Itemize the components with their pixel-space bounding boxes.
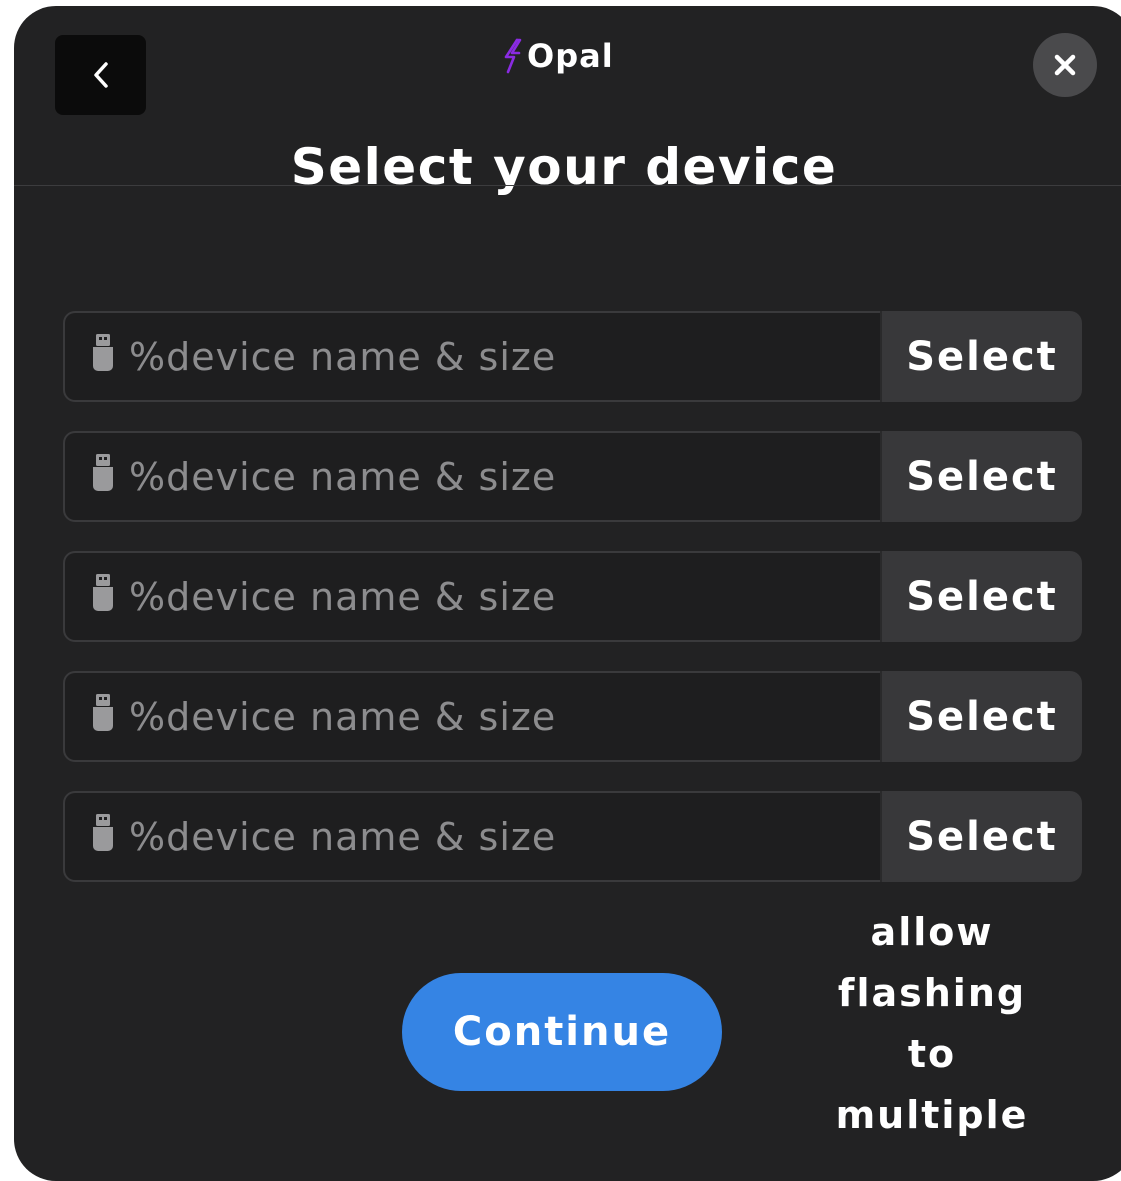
- device-field: %device name & size: [63, 551, 880, 642]
- device-label: %device name & size: [129, 694, 557, 739]
- device-field: %device name & size: [63, 671, 880, 762]
- device-row: %device name & size Select: [63, 671, 1082, 762]
- device-row: %device name & size Select: [63, 791, 1082, 882]
- device-label: %device name & size: [129, 814, 557, 859]
- device-field: %device name & size: [63, 791, 880, 882]
- device-field: %device name & size: [63, 431, 880, 522]
- back-button[interactable]: [55, 35, 146, 115]
- select-button[interactable]: Select: [880, 791, 1082, 882]
- continue-button[interactable]: Continue: [402, 973, 722, 1091]
- app-window: Opal Select your device %device name & s…: [14, 6, 1121, 1181]
- usb-drive-icon: [93, 813, 113, 851]
- device-label: %device name & size: [129, 574, 557, 619]
- page-title: Select your device: [290, 138, 838, 196]
- header-divider: [14, 185, 1121, 186]
- multi-flash-note: allow flashing to multiple: [835, 910, 1029, 1137]
- select-button[interactable]: Select: [880, 671, 1082, 762]
- device-field: %device name & size: [63, 311, 880, 402]
- device-row: %device name & size Select: [63, 311, 1082, 402]
- select-button[interactable]: Select: [880, 551, 1082, 642]
- device-label: %device name & size: [129, 334, 557, 379]
- usb-drive-icon: [93, 333, 113, 371]
- select-button[interactable]: Select: [880, 431, 1082, 522]
- brand-name: Opal: [527, 37, 614, 75]
- device-row: %device name & size Select: [63, 551, 1082, 642]
- lightning-bolt-icon: [504, 38, 522, 74]
- close-button[interactable]: [1033, 33, 1097, 97]
- device-label: %device name & size: [129, 454, 557, 499]
- device-row: %device name & size Select: [63, 431, 1082, 522]
- close-icon: [1054, 54, 1076, 76]
- brand-logo: Opal: [502, 34, 614, 78]
- usb-drive-icon: [93, 573, 113, 611]
- usb-drive-icon: [93, 453, 113, 491]
- select-button[interactable]: Select: [880, 311, 1082, 402]
- chevron-left-icon: [93, 62, 108, 88]
- usb-drive-icon: [93, 693, 113, 731]
